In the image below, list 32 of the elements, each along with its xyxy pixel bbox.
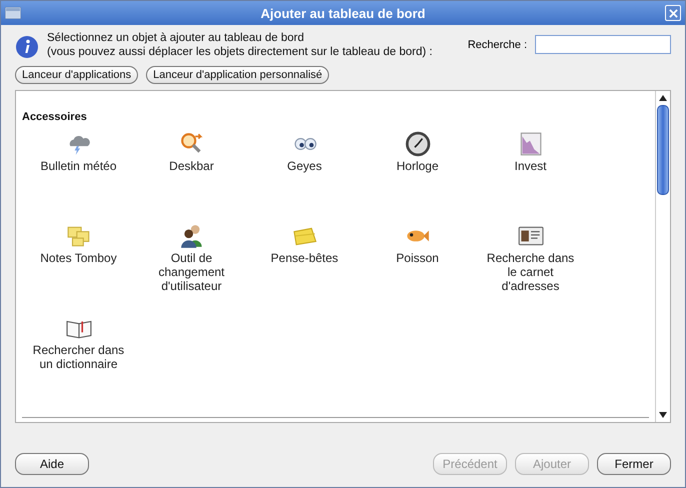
applet-label[interactable]: Poisson [396,251,439,265]
launcher-button[interactable]: Lanceur d'applications [15,66,138,84]
scrollbar[interactable] [655,91,670,422]
applet-label[interactable]: Outil de changement d'utilisateur [142,251,242,293]
applet-label[interactable]: Invest [514,159,546,173]
window-menu-icon[interactable] [5,7,21,19]
applet-label[interactable]: Geyes [287,159,322,173]
applet-label[interactable]: Rechercher dans un dictionnaire [28,343,128,371]
close-icon [668,8,678,18]
applet-label[interactable]: Recherche dans le carnet d'adresses [480,251,580,293]
clock-icon[interactable] [404,131,430,157]
help-button[interactable]: Aide [15,453,89,475]
info-icon [15,35,39,59]
applet-label[interactable]: Notes Tomboy [40,251,117,265]
dialog-button[interactable]: Fermer [597,453,671,475]
search-field[interactable] [535,35,671,54]
applet-label[interactable]: Deskbar [169,159,214,173]
close-button[interactable] [665,5,681,21]
scrollbar-thumb[interactable] [657,105,669,195]
section-heading: Accessoires [22,111,87,123]
search-label: Recherche : [468,39,527,51]
applet-label[interactable]: Horloge [396,159,439,173]
window-title: Ajouter au tableau de bord [260,6,426,20]
launcher-button[interactable]: Lanceur d'application personnalisé [146,66,330,84]
chart-icon[interactable] [518,131,544,157]
applet-label[interactable]: Bulletin météo [40,159,117,173]
applet-label[interactable]: Pense-bêtes [270,251,338,265]
people-icon[interactable] [178,223,204,249]
scroll-up-icon[interactable] [659,95,667,101]
instruction-text: (vous pouvez aussi déplacer les objets directement sur le tableau de bord) : [47,45,434,59]
scroll-down-icon[interactable] [659,412,667,418]
instruction-text: Sélectionnez un objet à ajouter au tableau de bord [47,31,306,45]
